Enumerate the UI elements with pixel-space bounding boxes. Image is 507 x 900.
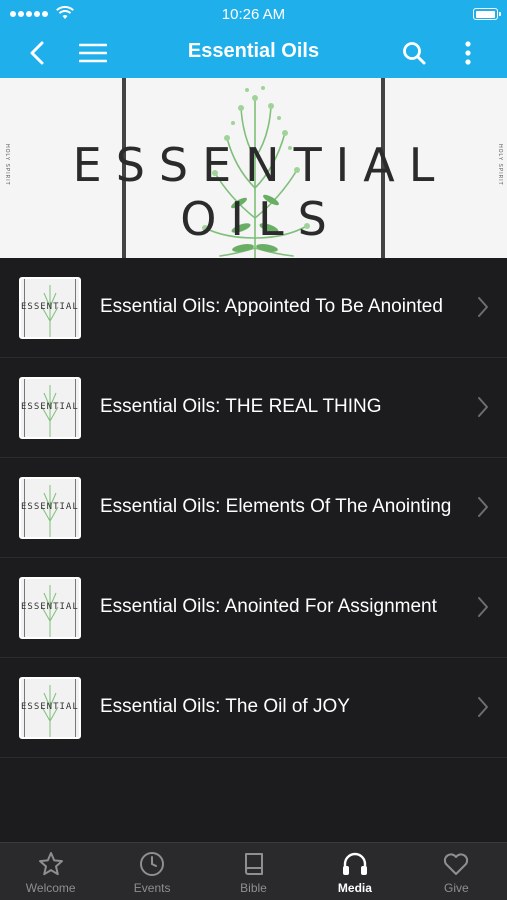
- tab-label: Events: [133, 881, 171, 895]
- tab-events[interactable]: Events: [101, 843, 202, 900]
- series-thumbnail: ESSENTIAL OILS: [19, 477, 81, 539]
- series-thumbnail: ESSENTIAL OILS: [19, 677, 81, 739]
- book-icon: [244, 853, 263, 875]
- media-list: ESSENTIAL OILS Essential Oils: Appointed…: [0, 258, 507, 758]
- tab-welcome[interactable]: Welcome: [0, 843, 101, 900]
- more-button[interactable]: [451, 36, 485, 70]
- tab-label: Bible: [240, 881, 267, 895]
- more-vertical-icon: [465, 41, 471, 65]
- list-item[interactable]: ESSENTIAL OILS Essential Oils: THE REAL …: [0, 358, 507, 458]
- banner-title: ESSENTIAL OILS: [72, 138, 449, 246]
- tab-bible[interactable]: Bible: [203, 843, 304, 900]
- status-bar: 10:26 AM: [0, 0, 507, 28]
- series-thumbnail: ESSENTIAL OILS: [19, 377, 81, 439]
- tab-give[interactable]: Give: [406, 843, 507, 900]
- tab-bar: Welcome Events Bible Media Give: [0, 842, 507, 900]
- tab-label: Give: [443, 881, 469, 895]
- star-icon: [38, 852, 63, 876]
- chevron-right-icon: [478, 597, 488, 617]
- search-button[interactable]: [397, 36, 431, 70]
- series-banner: HOLY SPIRIT HOLY SPIRIT ESSENTIAL OILS: [0, 78, 507, 258]
- thumbnail-text: ESSENTIAL OILS: [21, 302, 79, 312]
- list-item[interactable]: ESSENTIAL OILS Essential Oils: Elements …: [0, 458, 507, 558]
- list-item[interactable]: ESSENTIAL OILS Essential Oils: Anointed …: [0, 558, 507, 658]
- item-title: Essential Oils: Appointed To Be Anointed: [100, 296, 443, 317]
- thumbnail-text: ESSENTIAL OILS: [21, 402, 79, 412]
- search-icon: [403, 42, 426, 65]
- headphones-icon: [342, 852, 367, 875]
- list-item[interactable]: ESSENTIAL OILS Essential Oils: The Oil o…: [0, 658, 507, 758]
- battery-icon: [473, 8, 501, 20]
- chevron-right-icon: [478, 697, 488, 717]
- item-title: Essential Oils: Elements Of The Anointin…: [100, 496, 452, 517]
- series-thumbnail: ESSENTIAL OILS: [19, 277, 81, 339]
- chevron-right-icon: [478, 297, 488, 317]
- tab-label: Welcome: [25, 881, 76, 895]
- chevron-right-icon: [478, 397, 488, 417]
- chevron-right-icon: [478, 497, 488, 517]
- nav-bar: Essential Oils: [0, 28, 507, 78]
- thumbnail-text: ESSENTIAL OILS: [21, 502, 79, 512]
- item-title: Essential Oils: Anointed For Assignment: [100, 596, 437, 617]
- thumbnail-text: ESSENTIAL OILS: [21, 602, 79, 612]
- tab-media[interactable]: Media: [304, 843, 405, 900]
- thumbnail-text: ESSENTIAL OILS: [21, 702, 79, 712]
- status-time: 10:26 AM: [221, 6, 286, 23]
- item-title: Essential Oils: The Oil of JOY: [100, 696, 350, 717]
- item-title: Essential Oils: THE REAL THING: [100, 396, 382, 417]
- heart-icon: [444, 853, 469, 875]
- list-item[interactable]: ESSENTIAL OILS Essential Oils: Appointed…: [0, 258, 507, 358]
- tab-label: Media: [337, 881, 372, 895]
- series-thumbnail: ESSENTIAL OILS: [19, 577, 81, 639]
- clock-icon: [140, 852, 165, 876]
